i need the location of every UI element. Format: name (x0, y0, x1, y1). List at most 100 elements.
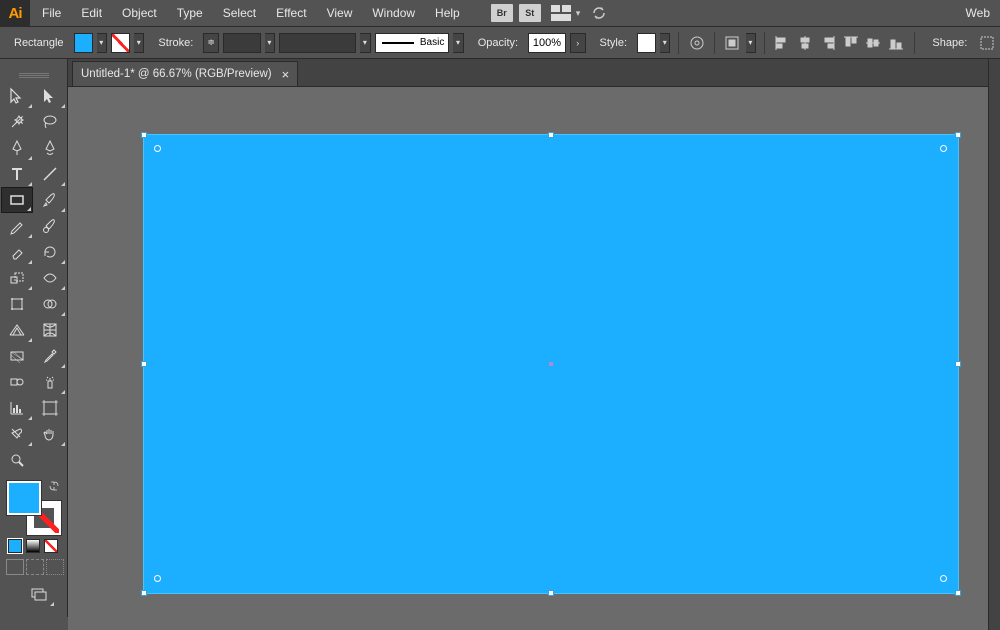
app-logo[interactable]: Ai (0, 0, 30, 27)
pen-tool[interactable] (1, 135, 33, 161)
graphic-style-swatch[interactable] (637, 33, 656, 53)
align-top-icon[interactable] (841, 32, 860, 54)
menu-object[interactable]: Object (112, 0, 167, 27)
rectangle-tool[interactable] (1, 187, 33, 213)
fill-swatch[interactable] (74, 33, 93, 53)
opacity-flyout[interactable]: › (570, 33, 586, 53)
curvature-tool[interactable] (35, 135, 67, 161)
right-panels-collapsed[interactable] (988, 59, 1000, 630)
column-graph-tool[interactable] (1, 395, 33, 421)
align-to-icon[interactable] (723, 32, 742, 54)
menu-select[interactable]: Select (213, 0, 266, 27)
hand-tool[interactable] (35, 421, 67, 447)
align-bottom-icon[interactable] (887, 32, 906, 54)
corner-widget-bl[interactable] (154, 575, 161, 582)
sync-settings-icon[interactable] (590, 4, 608, 22)
graphic-style-dropdown[interactable]: ▾ (660, 33, 670, 53)
align-hcenter-icon[interactable] (796, 32, 815, 54)
draw-inside-icon[interactable] (46, 559, 64, 575)
stock-button[interactable]: St (519, 4, 541, 22)
brush-definition[interactable]: Basic (375, 33, 450, 53)
selection-center-point[interactable] (549, 362, 553, 366)
swap-fill-stroke-icon[interactable] (49, 481, 59, 491)
stroke-weight-dropdown[interactable]: ▾ (265, 33, 275, 53)
paintbrush-tool[interactable] (35, 187, 66, 213)
document-tab[interactable]: Untitled-1* @ 66.67% (RGB/Preview) × (72, 61, 298, 86)
document-tab-close[interactable]: × (282, 67, 290, 82)
workspace-switcher[interactable]: Web (966, 6, 1000, 20)
eraser-tool[interactable] (1, 239, 33, 265)
magic-wand-tool[interactable] (1, 109, 33, 135)
fill-color-swatch[interactable] (7, 481, 41, 515)
corner-widget-tr[interactable] (940, 145, 947, 152)
selection-handle-br[interactable] (955, 590, 961, 596)
shape-builder-tool[interactable] (35, 291, 67, 317)
selection-handle-tr[interactable] (955, 132, 961, 138)
opacity-input[interactable]: 100% (528, 33, 566, 53)
selection-handle-mr[interactable] (955, 361, 961, 367)
pencil-tool[interactable] (1, 213, 33, 239)
align-right-icon[interactable] (819, 32, 838, 54)
tools-panel-grip[interactable] (0, 69, 68, 77)
menu-effect[interactable]: Effect (266, 0, 316, 27)
shape-properties-icon[interactable] (977, 32, 996, 54)
eyedropper-tool[interactable] (35, 343, 67, 369)
artboard-tool[interactable] (35, 395, 67, 421)
style-label[interactable]: Style: (590, 37, 634, 49)
draw-normal-icon[interactable] (6, 559, 24, 575)
align-vcenter-icon[interactable] (864, 32, 883, 54)
selection-tool[interactable] (1, 83, 33, 109)
stroke-swatch[interactable] (111, 33, 130, 53)
direct-selection-tool[interactable] (35, 83, 67, 109)
selection-handle-bm[interactable] (548, 590, 554, 596)
draw-behind-icon[interactable] (26, 559, 44, 575)
variable-stroke-profile[interactable] (279, 33, 356, 53)
color-mode-gradient[interactable] (26, 539, 40, 553)
type-tool[interactable] (1, 161, 33, 187)
canvas[interactable] (68, 87, 1000, 630)
align-to-dropdown[interactable]: ▾ (746, 33, 756, 53)
menu-window[interactable]: Window (362, 0, 425, 27)
mesh-tool[interactable] (35, 317, 67, 343)
menu-view[interactable]: View (317, 0, 363, 27)
slice-tool[interactable] (1, 421, 33, 447)
rotate-tool[interactable] (35, 239, 67, 265)
lasso-tool[interactable] (35, 109, 67, 135)
selection-handle-tm[interactable] (548, 132, 554, 138)
screen-mode-icon[interactable] (23, 581, 55, 607)
selection-handle-ml[interactable] (141, 361, 147, 367)
bridge-button[interactable]: Br (491, 4, 513, 22)
gradient-tool[interactable] (1, 343, 33, 369)
shape-label[interactable]: Shape: (922, 37, 973, 49)
scale-tool[interactable] (1, 265, 33, 291)
perspective-grid-tool[interactable] (1, 317, 33, 343)
stroke-weight-stepper[interactable]: ≑ (203, 33, 219, 53)
width-tool[interactable] (35, 265, 67, 291)
color-mode-solid[interactable] (8, 539, 22, 553)
menu-file[interactable]: File (32, 0, 71, 27)
brush-dropdown[interactable]: ▾ (453, 33, 463, 53)
recolor-artwork-icon[interactable] (687, 32, 706, 54)
corner-widget-br[interactable] (940, 575, 947, 582)
zoom-tool[interactable] (1, 447, 33, 473)
color-mode-none[interactable] (44, 539, 58, 553)
free-transform-tool[interactable] (1, 291, 33, 317)
align-left-icon[interactable] (773, 32, 792, 54)
menu-type[interactable]: Type (167, 0, 213, 27)
stroke-dropdown[interactable]: ▾ (134, 33, 144, 53)
line-segment-tool[interactable] (35, 161, 67, 187)
fill-dropdown[interactable]: ▾ (97, 33, 107, 53)
stroke-weight-input[interactable] (223, 33, 261, 53)
opacity-label[interactable]: Opacity: (468, 37, 524, 49)
blend-tool[interactable] (1, 369, 33, 395)
corner-widget-tl[interactable] (154, 145, 161, 152)
symbol-sprayer-tool[interactable] (35, 369, 67, 395)
stroke-label[interactable]: Stroke: (148, 37, 199, 49)
variable-stroke-profile-dropdown[interactable]: ▾ (360, 33, 370, 53)
menu-edit[interactable]: Edit (71, 0, 112, 27)
arrange-documents-caret[interactable]: ▾ (576, 8, 581, 19)
menu-help[interactable]: Help (425, 0, 470, 27)
blob-brush-tool[interactable] (35, 213, 67, 239)
selection-handle-bl[interactable] (141, 590, 147, 596)
selection-handle-tl[interactable] (141, 132, 147, 138)
